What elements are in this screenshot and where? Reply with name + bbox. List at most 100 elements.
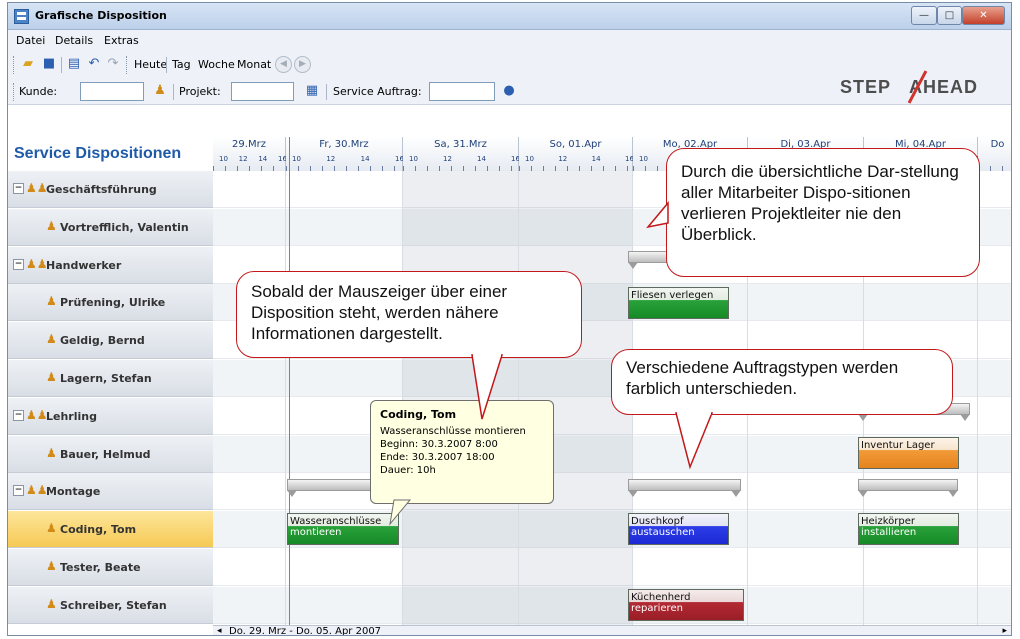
time-ruler — [519, 166, 632, 171]
resource-row[interactable]: ♟ Geldig, Bernd — [8, 322, 213, 360]
redo-icon[interactable]: ↷ — [105, 56, 121, 72]
scroll-right-button[interactable]: ▸ — [1002, 626, 1007, 635]
resource-row[interactable]: ♟ Lagern, Stefan — [8, 360, 213, 397]
row-label: Handwerker — [46, 258, 122, 272]
task-label: Fliesen verlegen — [631, 290, 714, 301]
collapse-icon[interactable]: − — [13, 485, 24, 497]
open-folder-icon[interactable]: ▰ — [20, 56, 36, 72]
hour-label: 14 — [360, 155, 370, 163]
row-label: Schreiber, Stefan — [60, 598, 167, 612]
callout-mouse-tail — [471, 353, 504, 420]
group-summary-bar — [628, 479, 741, 497]
monat-button[interactable]: Monat — [237, 58, 271, 71]
person-icon: ♟ — [46, 218, 57, 233]
resource-row[interactable]: ♟ Coding, Tom — [8, 511, 213, 549]
tooltip-line: Ende: 30.3.2007 18:00 — [380, 452, 495, 463]
hour-label: 12 — [443, 155, 452, 163]
service-auftrag-label: Service Auftrag: — [333, 85, 422, 98]
collapse-icon[interactable]: − — [13, 183, 24, 194]
task-bar[interactable]: Fliesen verlegen — [628, 287, 729, 319]
close-button[interactable]: ✕ — [962, 6, 1005, 25]
menu-datei[interactable]: Datei — [16, 34, 45, 47]
day-header[interactable]: 29.Mrz 10 12 14 16 — [213, 137, 287, 171]
document-icon[interactable]: ▤ — [66, 56, 82, 72]
tooltip-line: Beginn: 30.3.2007 8:00 — [380, 439, 498, 450]
minimize-button[interactable]: — — [911, 6, 937, 25]
hour-label: 10 — [639, 155, 648, 163]
group-icon: ♟♟ — [26, 483, 48, 498]
group-row[interactable]: − ♟♟ Lehrling — [8, 397, 213, 435]
menu-bar: Datei Details Extras — [8, 30, 1011, 52]
resource-row[interactable]: ♟ Vortrefflich, Valentin — [8, 208, 213, 246]
save-icon[interactable]: ■ — [41, 56, 57, 72]
hour-label: 12 — [326, 155, 336, 163]
day-column — [978, 171, 1011, 625]
row-label: Prüfening, Ulrike — [60, 296, 166, 310]
task-bar[interactable]: Küchenherd reparieren — [628, 589, 744, 621]
group-row[interactable]: − ♟♟ Montage — [8, 473, 213, 511]
projekt-input[interactable] — [231, 82, 294, 101]
previous-button[interactable]: ◀ — [275, 56, 292, 73]
day-header[interactable]: So, 01.Apr 10 12 14 16 — [519, 137, 634, 171]
panel-title: Service Dispositionen — [14, 145, 182, 162]
calendar-icon[interactable]: ▦ — [304, 83, 320, 99]
resource-row[interactable]: ♟ Schreiber, Stefan — [8, 586, 213, 624]
app-icon — [14, 9, 29, 24]
group-row[interactable]: − ♟♟ Geschäftsführung — [8, 171, 213, 208]
row-label: Geldig, Bernd — [60, 334, 145, 348]
day-column — [213, 171, 286, 625]
day-header[interactable]: Sa, 31.Mrz 10 12 14 16 — [403, 137, 520, 171]
tag-button[interactable]: Tag — [172, 58, 191, 71]
collapse-icon[interactable]: − — [13, 258, 24, 270]
resource-row[interactable]: ♟ Tester, Beate — [8, 549, 213, 586]
hour-label: 10 — [219, 155, 228, 163]
projekt-label: Projekt: — [179, 85, 221, 98]
hour-label: 14 — [591, 155, 601, 163]
person-icon: ♟ — [46, 370, 57, 384]
collapse-icon[interactable]: − — [13, 409, 24, 421]
group-row[interactable]: − ♟♟ Handwerker — [8, 246, 213, 284]
step-ahead-logo: STEP AHEAD — [840, 77, 979, 97]
row-label: Lagern, Stefan — [60, 372, 152, 385]
task-label: installieren — [861, 527, 917, 538]
service-auftrag-input[interactable] — [429, 82, 495, 101]
task-bar[interactable]: Wasseranschlüsse montieren — [287, 513, 399, 545]
maximize-button[interactable]: □ — [937, 6, 962, 25]
person-icon: ♟ — [46, 332, 57, 347]
day-label: 29.Mrz — [232, 139, 266, 150]
woche-button[interactable]: Woche — [198, 58, 235, 71]
resource-row[interactable]: ♟ Prüfening, Ulrike — [8, 284, 213, 322]
day-header[interactable]: Do — [978, 137, 1011, 171]
menu-extras[interactable]: Extras — [104, 34, 139, 47]
task-bar[interactable]: Duschkopf austauschen — [628, 513, 729, 545]
next-button[interactable]: ▶ — [294, 56, 311, 73]
heute-button[interactable]: Heute — [134, 58, 167, 71]
date-range-text: Do. 29. Mrz - Do. 05. Apr 2007 — [229, 626, 382, 636]
current-time-line — [289, 137, 290, 625]
scroll-left-button[interactable]: ◂ — [217, 626, 222, 635]
task-tooltip: Coding, Tom Wasseranschlüsse montieren B… — [370, 400, 554, 504]
day-label: Sa, 31.Mrz — [434, 139, 487, 150]
toolbar-grip — [13, 56, 16, 74]
person-icon[interactable]: ♟ — [152, 83, 168, 99]
kunde-input[interactable] — [80, 82, 144, 101]
row-label: Bauer, Helmud — [60, 447, 151, 461]
day-column — [286, 171, 403, 625]
menu-details[interactable]: Details — [55, 34, 93, 47]
hour-label: 12 — [558, 155, 568, 163]
time-ruler — [403, 166, 518, 171]
tooltip-tail — [389, 499, 412, 526]
info-icon[interactable]: ● — [501, 83, 517, 99]
group-icon: ♟♟ — [26, 256, 48, 271]
task-label: montieren — [290, 527, 342, 538]
task-bar[interactable]: Heizkörper installieren — [858, 513, 959, 545]
person-icon: ♟ — [46, 445, 57, 460]
resource-row[interactable]: ♟ Bauer, Helmud — [8, 435, 213, 473]
row-label: Vortrefflich, Valentin — [60, 220, 189, 234]
person-icon: ♟ — [46, 596, 57, 611]
task-bar[interactable]: Inventur Lager — [858, 437, 959, 469]
day-label: So, 01.Apr — [549, 139, 602, 150]
day-header[interactable]: Fr, 30.Mrz 10 12 14 16 — [286, 137, 404, 171]
task-label: reparieren — [631, 603, 683, 614]
undo-icon[interactable]: ↶ — [86, 56, 102, 72]
